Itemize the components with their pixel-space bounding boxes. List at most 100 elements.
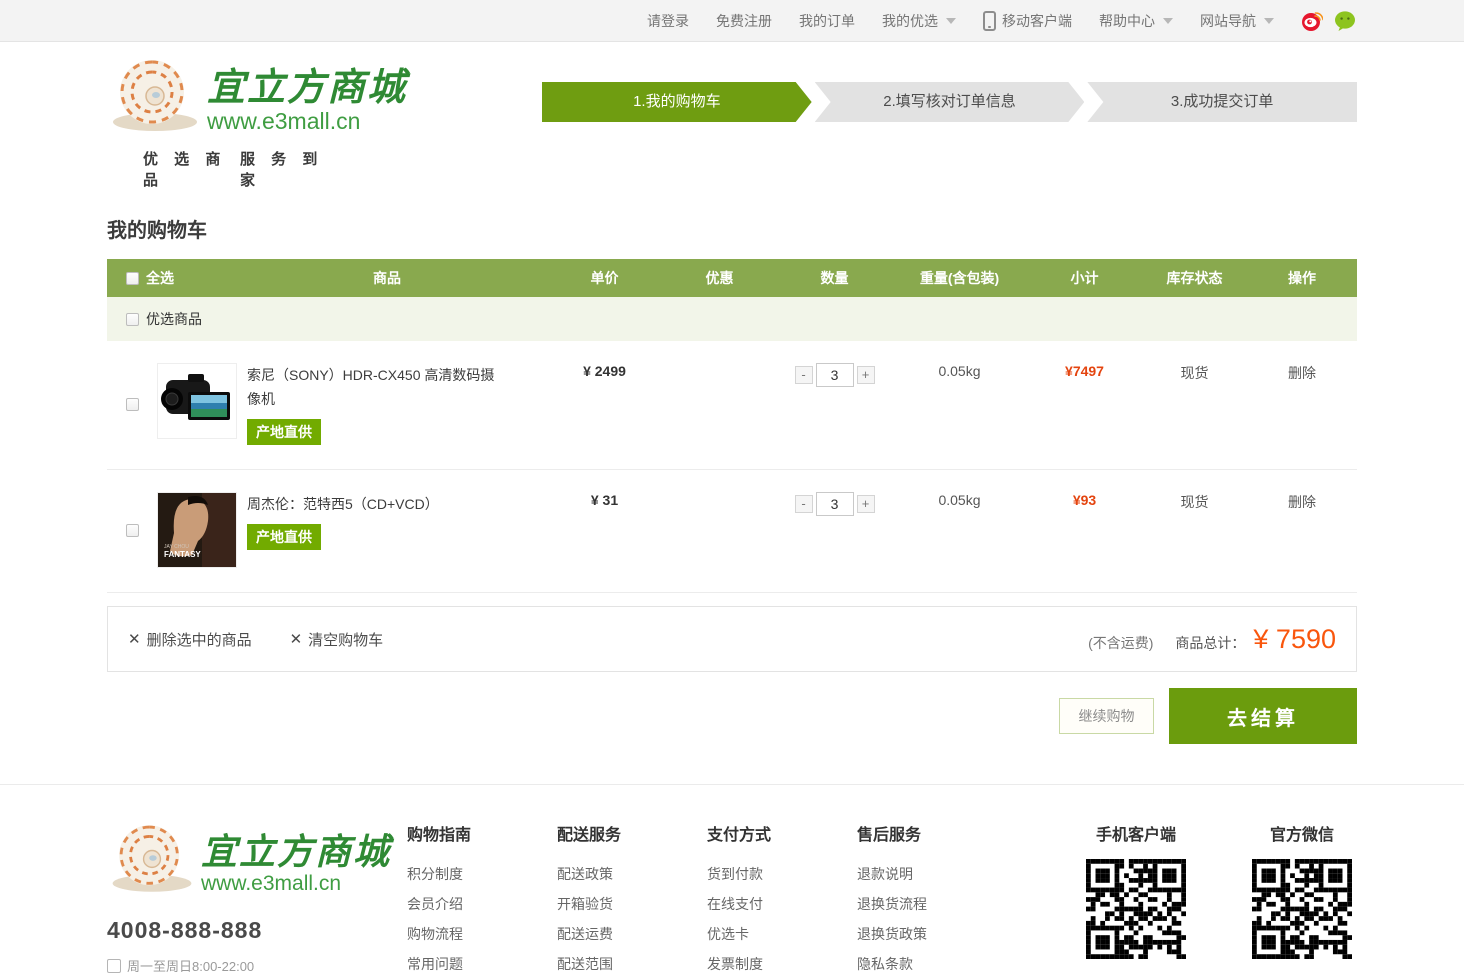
footer-column-title: 购物指南	[407, 821, 557, 845]
qr-code-image	[1086, 859, 1186, 959]
login-link[interactable]: 请登录	[647, 11, 689, 31]
site-nav-link[interactable]: 网站导航	[1200, 11, 1274, 31]
select-all-checkbox[interactable]	[126, 272, 139, 285]
cart-table-header: 全选 商品 单价 优惠 数量 重量(含包装) 小计 库存状态 操作	[107, 259, 1357, 297]
footer-column-after-sales: 售后服务 退款说明 退换货流程 退换货政策 隐私条款	[857, 821, 1007, 979]
footer-link[interactable]: 配送政策	[557, 859, 707, 889]
footer-link[interactable]: 退款说明	[857, 859, 1007, 889]
footer-link[interactable]: 优选卡	[707, 919, 857, 949]
service-hours-text: 周一至周日8:00-22:00	[127, 956, 254, 975]
clear-cart-link[interactable]: 清空购物车	[290, 629, 384, 650]
col-action: 操作	[1247, 268, 1357, 288]
col-product: 商品	[227, 268, 547, 288]
footer-column-payment: 支付方式 货到付款 在线支付 优选卡 发票制度	[707, 821, 857, 979]
logo[interactable]: 宜立方商城 www.e3mall.cn 优 选 商 品 服 务 到 家	[107, 56, 407, 190]
my-orders-link[interactable]: 我的订单	[799, 11, 855, 31]
col-quantity: 数量	[777, 268, 892, 288]
quantity-increase-button[interactable]: +	[857, 495, 875, 513]
chevron-down-icon	[946, 18, 956, 24]
cart-table: 全选 商品 单价 优惠 数量 重量(含包装) 小计 库存状态 操作 优选商品	[107, 259, 1357, 593]
group-label: 优选商品	[146, 309, 202, 329]
quantity-input[interactable]	[816, 492, 854, 516]
footer-link[interactable]: 会员介绍	[407, 889, 557, 919]
weibo-icon[interactable]	[1301, 10, 1323, 32]
delete-selected-label: 删除选中的商品	[147, 629, 252, 650]
unit-price: ¥ 2499	[547, 363, 662, 379]
shipping-note: (不含运费)	[1088, 633, 1153, 653]
footer-link[interactable]: 配送运费	[557, 919, 707, 949]
footer-link[interactable]: 开箱验货	[557, 889, 707, 919]
cart-item-row: 索尼（SONY）HDR-CX450 高清数码摄像机 产地直供 ¥ 2499 - …	[107, 341, 1357, 470]
delete-selected-link[interactable]: 删除选中的商品	[128, 629, 252, 650]
footer-link[interactable]: 隐私条款	[857, 949, 1007, 979]
footer-link[interactable]: 常用问题	[407, 949, 557, 979]
chevron-down-icon	[1163, 18, 1173, 24]
col-stock: 库存状态	[1142, 268, 1247, 288]
mobile-phone-icon	[983, 11, 996, 31]
step-order-submitted: 3.成功提交订单	[1087, 82, 1357, 122]
footer-column-title: 支付方式	[707, 821, 857, 845]
direct-supply-badge: 产地直供	[247, 419, 321, 445]
cart-group-row: 优选商品	[107, 297, 1357, 341]
footer-link[interactable]: 发票制度	[707, 949, 857, 979]
product-title[interactable]: 索尼（SONY）HDR-CX450 高清数码摄像机	[247, 363, 503, 411]
brand-name: 宜立方商城	[207, 69, 407, 109]
item-checkbox[interactable]	[126, 524, 139, 537]
product-title[interactable]: 周杰伦：范特西5（CD+VCD）	[247, 492, 503, 516]
tagline-left: 优 选 商 品	[143, 148, 240, 190]
help-center-label: 帮助中心	[1099, 11, 1155, 31]
topbar: 请登录 免费注册 我的订单 我的优选 移动客户端 帮助中心 网站导航	[0, 0, 1464, 42]
wechat-icon[interactable]	[1333, 10, 1357, 32]
cart-main: 我的购物车 全选 商品 单价 优惠 数量 重量(含包装) 小计 库存状态 操作 …	[107, 214, 1357, 744]
item-checkbox[interactable]	[126, 398, 139, 411]
footer-link[interactable]: 在线支付	[707, 889, 857, 919]
delete-item-link[interactable]: 删除	[1288, 365, 1316, 381]
quantity-input[interactable]	[816, 363, 854, 387]
unit-price: ¥ 31	[547, 492, 662, 508]
step-confirm-order: 2.填写核对订单信息	[815, 82, 1085, 122]
step-my-cart: 1.我的购物车	[542, 82, 812, 122]
footer-qr-mobile-app: 手机客户端	[1081, 821, 1191, 979]
footer-link[interactable]: 积分制度	[407, 859, 557, 889]
my-picks-label: 我的优选	[882, 11, 938, 31]
svg-text:JAY CHOU: JAY CHOU	[164, 544, 189, 550]
delete-item-link[interactable]: 删除	[1288, 494, 1316, 510]
item-subtotal: ¥7497	[1027, 363, 1142, 379]
svg-text:FANTASY: FANTASY	[164, 550, 201, 559]
qr-title: 官方微信	[1247, 821, 1357, 845]
quantity-stepper: - +	[795, 492, 875, 516]
product-image-camcorder[interactable]	[157, 363, 237, 439]
quantity-increase-button[interactable]: +	[857, 366, 875, 384]
chevron-down-icon	[1264, 18, 1274, 24]
mobile-client-label: 移动客户端	[1002, 11, 1072, 31]
mobile-client-link[interactable]: 移动客户端	[983, 11, 1072, 31]
register-link[interactable]: 免费注册	[716, 11, 772, 31]
site-header: 宜立方商城 www.e3mall.cn 优 选 商 品 服 务 到 家 1.我的…	[0, 42, 1464, 200]
footer-link[interactable]: 退换货政策	[857, 919, 1007, 949]
checkout-button[interactable]: 去结算	[1169, 688, 1357, 744]
footer-column-title: 配送服务	[557, 821, 707, 845]
page-title: 我的购物车	[107, 214, 1357, 243]
group-checkbox[interactable]	[126, 313, 139, 326]
total-label: 商品总计：	[1175, 633, 1245, 653]
cart-actions: 继续购物 去结算	[107, 688, 1357, 744]
footer-logo[interactable]: 宜立方商城 www.e3mall.cn 4008-888-888 周一至周日8:…	[107, 821, 407, 979]
service-hours: 周一至周日8:00-22:00	[107, 956, 407, 975]
qr-code-image	[1252, 859, 1352, 959]
stock-status: 现货	[1142, 363, 1247, 383]
quantity-decrease-button[interactable]: -	[795, 495, 813, 513]
product-image-album[interactable]: FANTASY JAY CHOU	[157, 492, 237, 568]
footer-link[interactable]: 购物流程	[407, 919, 557, 949]
footer-link[interactable]: 配送范围	[557, 949, 707, 979]
quantity-decrease-button[interactable]: -	[795, 366, 813, 384]
help-center-link[interactable]: 帮助中心	[1099, 11, 1173, 31]
footer-link[interactable]: 退换货流程	[857, 889, 1007, 919]
continue-shopping-button[interactable]: 继续购物	[1059, 698, 1154, 734]
quantity-stepper: - +	[795, 363, 875, 387]
my-picks-link[interactable]: 我的优选	[882, 11, 956, 31]
select-all-label: 全选	[146, 268, 174, 288]
brand-name: 宜立方商城	[201, 834, 391, 872]
footer-link[interactable]: 货到付款	[707, 859, 857, 889]
site-nav-label: 网站导航	[1200, 11, 1256, 31]
nautilus-shell-icon	[107, 821, 197, 895]
